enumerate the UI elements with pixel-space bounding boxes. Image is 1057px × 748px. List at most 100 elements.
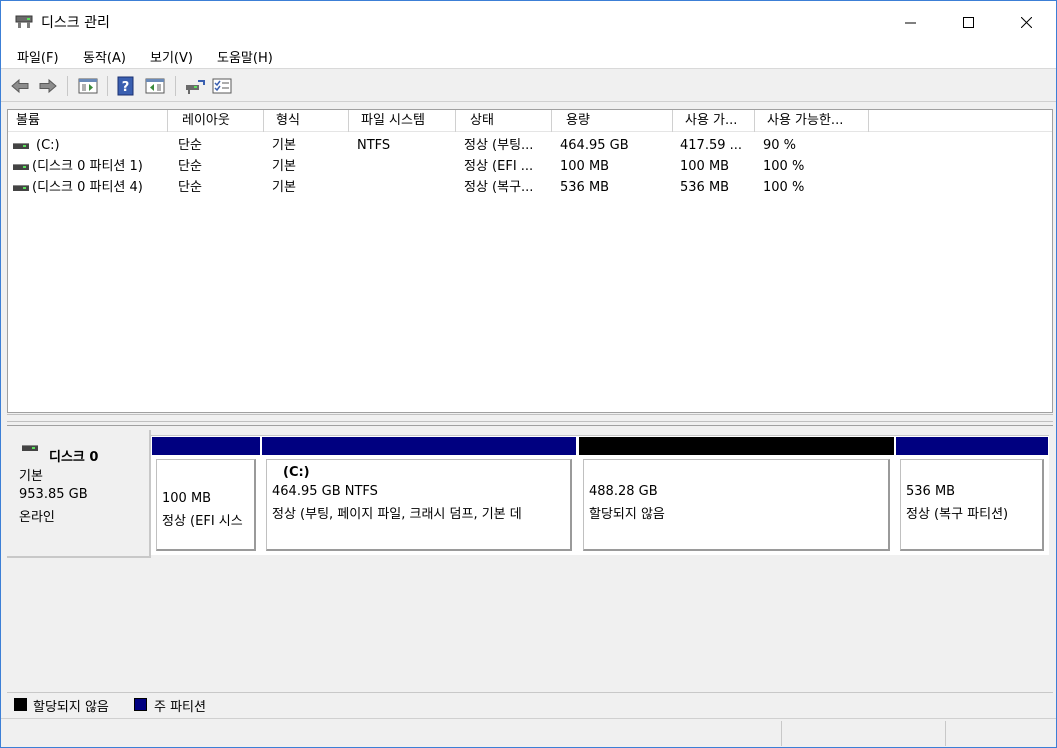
volume-status: 정상 (EFI ...: [464, 159, 534, 174]
partition-bar: [896, 437, 1048, 455]
volume-list[interactable]: 볼륨 레이아웃 형식 파일 시스템 상태 용량 사용 가... 사용 가능한..…: [7, 109, 1053, 413]
volume-icon: [13, 164, 29, 170]
volume-layout: 단순: [178, 180, 202, 195]
pane-splitter[interactable]: [7, 414, 1053, 422]
volume-name: (C:): [36, 138, 60, 153]
volume-type: 기본: [272, 180, 296, 195]
volume-capacity: 100 MB: [560, 159, 610, 174]
toolbar-separator: [175, 76, 176, 96]
volume-capacity: 536 MB: [560, 180, 610, 195]
toolbar: ?: [1, 70, 1056, 102]
partition-size: 464.95 GB NTFS: [272, 484, 378, 499]
partition-title: (C:): [283, 465, 310, 480]
partition-box: 488.28 GB 할당되지 않음: [583, 459, 890, 551]
minimize-icon: [905, 22, 916, 24]
menu-file[interactable]: 파일(F): [17, 47, 59, 66]
maximize-icon: [963, 17, 974, 28]
column-header-layout[interactable]: 레이아웃: [168, 110, 264, 132]
legend-primary-swatch: [134, 698, 147, 711]
legend-primary-label: 주 파티션: [154, 700, 206, 715]
volume-free-space: 417.59 ...: [680, 138, 743, 153]
properties-icon[interactable]: [211, 75, 233, 97]
volume-percent-free: 100 %: [763, 159, 805, 174]
menu-action[interactable]: 동작(A): [83, 47, 126, 66]
close-button[interactable]: [997, 1, 1055, 43]
volume-filesystem: NTFS: [357, 138, 391, 153]
menu-view[interactable]: 보기(V): [150, 47, 193, 66]
volume-row[interactable]: (C:) 단순 기본 NTFS 정상 (부팅... 464.95 GB 417.…: [8, 135, 1052, 156]
window-title: 디스크 관리: [41, 15, 110, 31]
legend-unallocated-swatch: [14, 698, 27, 711]
minimize-button[interactable]: [881, 1, 939, 43]
partition-block[interactable]: 488.28 GB 할당되지 않음: [579, 437, 894, 553]
status-bar-divider: [781, 721, 782, 746]
column-header-status[interactable]: 상태: [456, 110, 552, 132]
disk-partition-lane: 100 MB 정상 (EFI 시스 (C:) 464.95 GB NTFS 정상…: [151, 435, 1049, 555]
column-header-percent-free[interactable]: 사용 가능한...: [755, 110, 869, 132]
svg-text:?: ?: [122, 80, 130, 95]
volume-icon: [13, 143, 29, 149]
partition-size: 488.28 GB: [589, 484, 658, 499]
close-icon: [1021, 17, 1032, 28]
volume-free-space: 100 MB: [680, 159, 730, 174]
disk-state: 온라인: [19, 510, 55, 525]
partition-block[interactable]: 100 MB 정상 (EFI 시스: [152, 437, 260, 553]
volume-percent-free: 90 %: [763, 138, 797, 153]
back-arrow-icon[interactable]: [9, 75, 31, 97]
volume-row[interactable]: (디스크 0 파티션 1) 단순 기본 정상 (EFI ... 100 MB 1…: [8, 156, 1052, 177]
forward-arrow-icon[interactable]: [37, 75, 59, 97]
disk-graphical-view: 디스크 0 기본 953.85 GB 온라인 100 MB 정상 (EFI 시스…: [7, 425, 1053, 691]
help-icon[interactable]: ?: [115, 75, 137, 97]
maximize-button[interactable]: [939, 1, 997, 43]
legend: 할당되지 않음 주 파티션: [7, 692, 1053, 716]
disk-management-window: 디스크 관리 파일(F) 동작(A) 보기(V) 도움말(H) ? 볼륨 레이아…: [0, 0, 1057, 748]
disk-name: 디스크 0: [49, 450, 99, 465]
partition-block[interactable]: (C:) 464.95 GB NTFS 정상 (부팅, 페이지 파일, 크래시 …: [262, 437, 576, 553]
disk-label-panel[interactable]: 디스크 0 기본 953.85 GB 온라인: [7, 430, 151, 558]
connect-icon[interactable]: [184, 75, 206, 97]
volume-status: 정상 (부팅...: [464, 138, 534, 153]
volume-percent-free: 100 %: [763, 180, 805, 195]
disk-management-app-icon: [15, 15, 33, 28]
partition-box: 100 MB 정상 (EFI 시스: [156, 459, 256, 551]
console-tree-icon[interactable]: [77, 75, 99, 97]
volume-icon: [13, 185, 29, 191]
column-header-free-space[interactable]: 사용 가...: [673, 110, 755, 132]
column-header-capacity[interactable]: 용량: [552, 110, 673, 132]
partition-status: 정상 (부팅, 페이지 파일, 크래시 덤프, 기본 데: [272, 507, 522, 522]
volume-capacity: 464.95 GB: [560, 138, 629, 153]
menu-help[interactable]: 도움말(H): [217, 47, 273, 66]
menu-bar: 파일(F) 동작(A) 보기(V) 도움말(H): [1, 43, 1056, 69]
partition-size: 100 MB: [162, 491, 212, 506]
partition-bar: [579, 437, 894, 455]
volume-type: 기본: [272, 138, 296, 153]
volume-name: (디스크 0 파티션 1): [32, 159, 143, 174]
partition-status: 정상 (복구 파티션): [906, 507, 1009, 522]
volume-row[interactable]: (디스크 0 파티션 4) 단순 기본 정상 (복구... 536 MB 536…: [8, 177, 1052, 198]
partition-status: 할당되지 않음: [589, 507, 665, 522]
partition-box: (C:) 464.95 GB NTFS 정상 (부팅, 페이지 파일, 크래시 …: [266, 459, 572, 551]
action-pane-icon[interactable]: [144, 75, 166, 97]
volume-list-header: 볼륨 레이아웃 형식 파일 시스템 상태 용량 사용 가... 사용 가능한..…: [8, 110, 1052, 132]
volume-type: 기본: [272, 159, 296, 174]
legend-unallocated-label: 할당되지 않음: [33, 700, 109, 715]
volume-status: 정상 (복구...: [464, 180, 534, 195]
status-bar: [1, 718, 1056, 747]
disk-icon: [22, 445, 38, 451]
volume-name: (디스크 0 파티션 4): [32, 180, 143, 195]
partition-size: 536 MB: [906, 484, 956, 499]
column-header-volume[interactable]: 볼륨: [8, 110, 168, 132]
status-bar-divider: [945, 721, 946, 746]
disk-size: 953.85 GB: [19, 487, 88, 502]
title-bar: 디스크 관리: [1, 1, 1056, 43]
column-header-filesystem[interactable]: 파일 시스템: [349, 110, 456, 132]
partition-bar: [152, 437, 260, 455]
partition-bar: [262, 437, 576, 455]
toolbar-separator: [67, 76, 68, 96]
volume-free-space: 536 MB: [680, 180, 730, 195]
column-header-type[interactable]: 형식: [264, 110, 349, 132]
partition-block[interactable]: 536 MB 정상 (복구 파티션): [896, 437, 1048, 553]
partition-status: 정상 (EFI 시스: [162, 514, 243, 529]
toolbar-separator: [107, 76, 108, 96]
partition-box: 536 MB 정상 (복구 파티션): [900, 459, 1044, 551]
